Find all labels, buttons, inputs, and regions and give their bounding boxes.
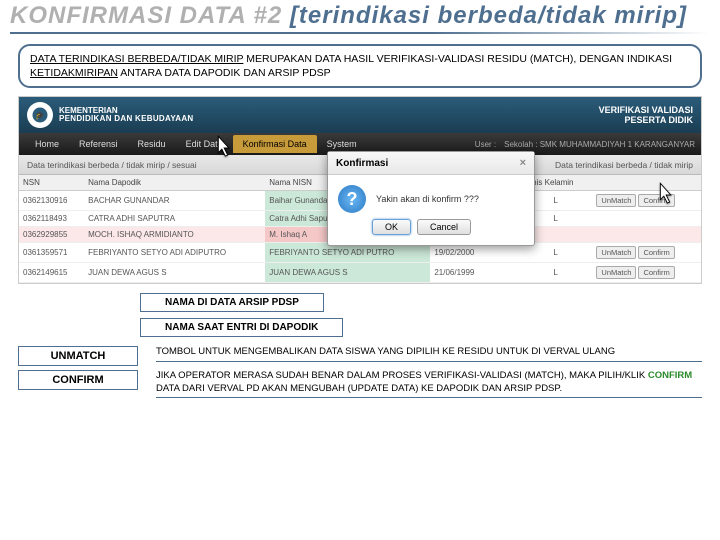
app-header: 🎓 KEMENTERIAN PENDIDIKAN DAN KEBUDAYAAN … xyxy=(19,97,701,133)
dialog-body: ? Yakin akan di konfirm ??? xyxy=(328,175,534,219)
dialog-text: Yakin akan di konfirm ??? xyxy=(376,194,479,204)
nav-home[interactable]: Home xyxy=(25,135,69,153)
nav-referensi[interactable]: Referensi xyxy=(69,135,128,153)
unmatch-button[interactable]: UnMatch xyxy=(596,194,636,207)
th-nsn: NSN xyxy=(19,175,84,191)
callout-arsip: NAMA DI DATA ARSIP PDSP xyxy=(140,293,324,312)
cell-actions xyxy=(591,227,701,243)
nav-user: User : xyxy=(475,140,496,149)
question-icon: ? xyxy=(338,185,366,213)
nav-sekolah: Sekolah : SMK MUHAMMADIYAH 1 KARANGANYAR xyxy=(504,140,695,149)
header-right: VERIFIKASI VALIDASI PESERTA DIDIK xyxy=(599,105,693,125)
confirm-button[interactable]: Confirm xyxy=(638,246,674,259)
callout-group: NAMA DI DATA ARSIP PDSP NAMA SAAT ENTRI … xyxy=(0,290,720,340)
header-right-2: PESERTA DIDIK xyxy=(599,115,693,125)
cell-nama-dapodik: BACHAR GUNANDAR xyxy=(84,191,265,211)
cell-nama-nisn: JUAN DEWA AGUS S xyxy=(265,263,430,283)
logo-icon: 🎓 xyxy=(27,102,53,128)
title-underline xyxy=(10,32,710,34)
legend-row-confirm: CONFIRM JIKA OPERATOR MERASA SUDAH BENAR… xyxy=(18,370,702,398)
cell-actions: UnMatchConfirm xyxy=(591,243,701,263)
title-main: KONFIRMASI DATA #2 xyxy=(10,2,282,29)
th-nama-dapodik: Nama Dapodik xyxy=(84,175,265,191)
confirm-text-b: DATA DARI VERVAL PD AKAN MENGUBAH (UPDAT… xyxy=(156,383,562,394)
cell-actions: UnMatchConfirm xyxy=(591,191,701,211)
info-box: DATA TERINDIKASI BERBEDA/TIDAK MIRIP MER… xyxy=(18,44,702,88)
cell-tgl: 21/06/1999 xyxy=(430,263,500,283)
header-right-1: VERIFIKASI VALIDASI xyxy=(599,105,693,115)
unmatch-desc: TOMBOL UNTUK MENGEMBALIKAN DATA SISWA YA… xyxy=(156,346,702,361)
legend-row-unmatch: UNMATCH TOMBOL UNTUK MENGEMBALIKAN DATA … xyxy=(18,346,702,366)
cell-blank xyxy=(500,263,510,283)
confirm-button[interactable]: Confirm xyxy=(638,266,674,279)
svg-text:🎓: 🎓 xyxy=(35,111,44,120)
title-bracket: [terindikasi berbeda/tidak mirip] xyxy=(290,2,687,29)
confirm-button-label: CONFIRM xyxy=(18,370,138,390)
cell-blank xyxy=(510,263,520,283)
th-actions xyxy=(591,175,701,191)
info-underline-1: DATA TERINDIKASI BERBEDA/TIDAK MIRIP xyxy=(30,53,243,65)
cell-nsn: 0361359571 xyxy=(19,243,84,263)
cell-actions: UnMatchConfirm xyxy=(591,263,701,283)
subbar-left: Data terindikasi berbeda / tidak mirip /… xyxy=(27,160,197,170)
cell-nsn: 0362118493 xyxy=(19,211,84,227)
cell-nama-dapodik: CATRA ADHI SAPUTRA xyxy=(84,211,265,227)
cursor-icon xyxy=(209,134,237,162)
cell-nama-dapodik: MOCH. ISHAQ ARMIDIANTO xyxy=(84,227,265,243)
unmatch-button[interactable]: UnMatch xyxy=(596,246,636,259)
nav-residu[interactable]: Residu xyxy=(128,135,176,153)
cell-jk: L xyxy=(520,263,592,283)
cell-nsn: 0362929855 xyxy=(19,227,84,243)
cell-nsn: 0362130916 xyxy=(19,191,84,211)
confirm-dialog: Konfirmasi × ? Yakin akan di konfirm ???… xyxy=(327,151,535,246)
legend: UNMATCH TOMBOL UNTUK MENGEMBALIKAN DATA … xyxy=(18,346,702,398)
nav-right: User : Sekolah : SMK MUHAMMADIYAH 1 KARA… xyxy=(475,140,695,149)
ok-button[interactable]: OK xyxy=(372,219,411,235)
cursor-icon xyxy=(651,181,679,209)
cell-nama-dapodik: FEBRIYANTO SETYO ADI ADIPUTRO xyxy=(84,243,265,263)
info-text-1: MERUPAKAN DATA HASIL VERIFIKASI-VALIDASI… xyxy=(243,53,672,65)
info-text-2: ANTARA DATA DAPODIK DAN ARSIP PDSP xyxy=(118,67,331,79)
dialog-buttons: OK Cancel xyxy=(328,219,534,245)
unmatch-button-label: UNMATCH xyxy=(18,346,138,366)
cell-actions xyxy=(591,211,701,227)
close-icon[interactable]: × xyxy=(520,157,526,169)
confirm-text-green: CONFIRM xyxy=(648,370,692,381)
cell-nsn: 0362149615 xyxy=(19,263,84,283)
confirm-text-a: JIKA OPERATOR MERASA SUDAH BENAR DALAM P… xyxy=(156,370,648,381)
ministry-label: KEMENTERIAN PENDIDIKAN DAN KEBUDAYAAN xyxy=(59,107,193,125)
cell-nama-dapodik: JUAN DEWA AGUS S xyxy=(84,263,265,283)
callout-dapodik: NAMA SAAT ENTRI DI DAPODIK xyxy=(140,318,343,337)
slide-title: KONFIRMASI DATA #2 [terindikasi berbeda/… xyxy=(0,0,720,36)
cancel-button[interactable]: Cancel xyxy=(417,219,471,235)
subbar-right: Data terindikasi berbeda / tidak mirip xyxy=(555,160,693,170)
dialog-header: Konfirmasi × xyxy=(328,152,534,175)
confirm-desc: JIKA OPERATOR MERASA SUDAH BENAR DALAM P… xyxy=(156,370,702,398)
ministry-line2: PENDIDIKAN DAN KEBUDAYAAN xyxy=(59,115,193,124)
table-row[interactable]: 0362149615JUAN DEWA AGUS SJUAN DEWA AGUS… xyxy=(19,263,701,283)
app-window: 🎓 KEMENTERIAN PENDIDIKAN DAN KEBUDAYAAN … xyxy=(18,96,702,284)
dialog-title: Konfirmasi xyxy=(336,158,388,169)
nav-konfirmasi-data[interactable]: Konfirmasi Data xyxy=(233,135,317,153)
info-underline-2: KETIDAKMIRIPAN xyxy=(30,67,118,79)
unmatch-button[interactable]: UnMatch xyxy=(596,266,636,279)
